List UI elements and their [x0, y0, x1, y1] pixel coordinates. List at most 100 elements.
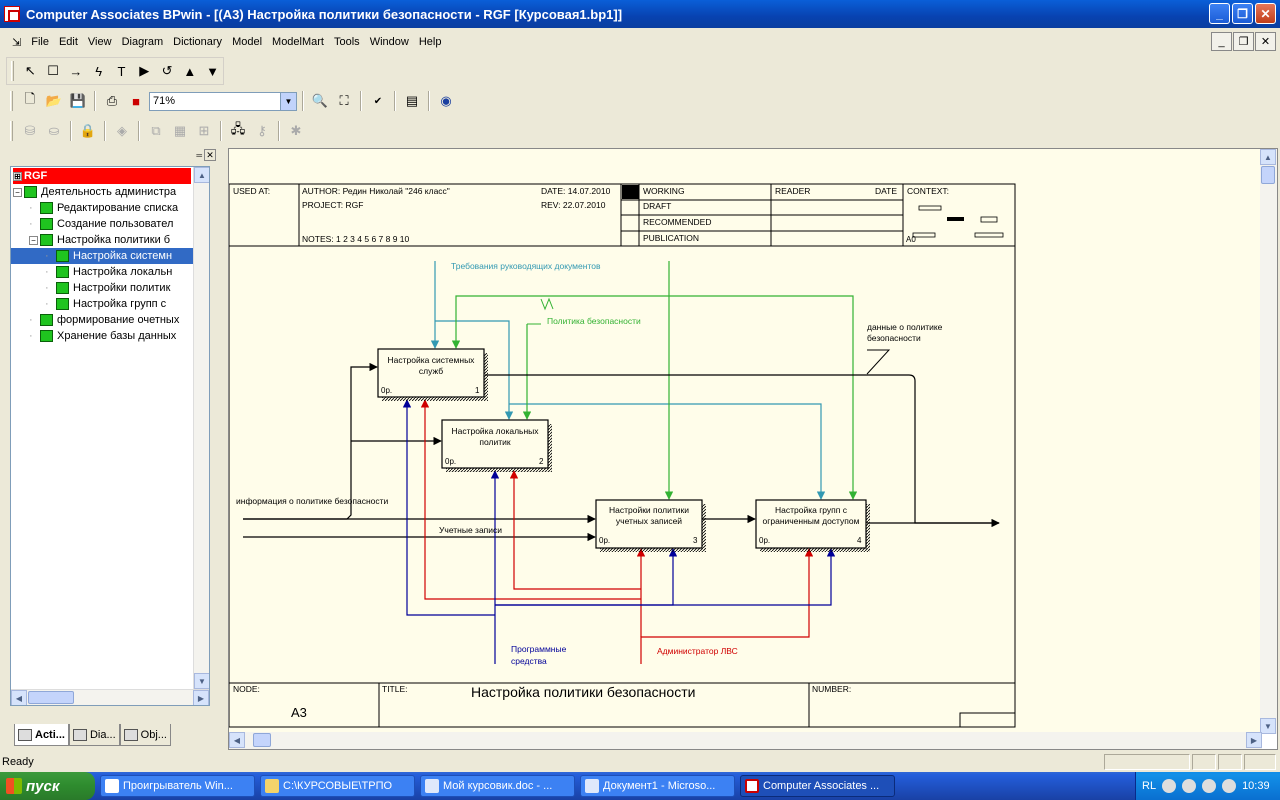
label-policy-info[interactable]: информация о политике безопасности — [236, 496, 389, 506]
scroll-thumb[interactable] — [1261, 166, 1275, 184]
taskbar-item-media-player[interactable]: Проигрыватель Win... — [100, 775, 255, 797]
start-button[interactable]: пуск — [0, 772, 95, 800]
chevron-down-icon[interactable]: ▼ — [280, 92, 296, 110]
color-palette-icon[interactable]: ■ — [125, 90, 147, 112]
label-policy-data-2[interactable]: безопасности — [867, 333, 921, 343]
menu-tools[interactable]: Tools — [329, 36, 365, 48]
tree-item[interactable]: · Настройки политик — [11, 280, 193, 296]
menu-window[interactable]: Window — [365, 36, 414, 48]
label-accounts[interactable]: Учетные записи — [439, 525, 502, 535]
activity-box-1[interactable]: Настройка системных служб 0р. 1 — [377, 348, 488, 401]
spell-check-icon[interactable]: ✔ — [367, 90, 389, 112]
arrow-software-to-box3[interactable] — [495, 548, 678, 606]
taskbar-item-folder[interactable]: C:\КУРСОВЫЕ\ТРПО — [260, 775, 415, 797]
tree-item[interactable]: · Хранение базы данных — [11, 328, 193, 344]
toolbar-grip[interactable] — [10, 91, 13, 111]
tree-item[interactable]: · Настройка системн — [11, 248, 193, 264]
tree-item[interactable]: − Настройка политики б — [11, 232, 193, 248]
tree-item[interactable]: · Настройка групп с — [11, 296, 193, 312]
diagram-canvas[interactable]: USED AT: AUTHOR: Редин Николай "246 клас… — [228, 149, 1261, 733]
collapse-icon[interactable]: − — [13, 187, 22, 197]
scroll-up-icon[interactable]: ▲ — [1260, 149, 1276, 165]
go-up-icon[interactable]: ▲ — [179, 60, 200, 82]
scroll-left-icon[interactable]: ◀ — [229, 732, 245, 748]
doc-minimize-button[interactable]: _ — [1211, 32, 1232, 51]
tree-horizontal-scrollbar[interactable]: ◀ ▶ — [11, 689, 209, 705]
arrow-box1-output[interactable] — [485, 374, 1000, 528]
tree-item[interactable]: · Настройка локальн — [11, 264, 193, 280]
canvas-horizontal-scrollbar[interactable]: ◀ ▶ — [229, 732, 1262, 749]
save-icon[interactable]: 💾 — [67, 90, 89, 112]
toolbar-grip[interactable] — [11, 61, 14, 81]
language-indicator[interactable]: RL — [1142, 780, 1156, 792]
tree-item[interactable]: · Создание пользовател — [11, 216, 193, 232]
squiggle-tool-icon[interactable]: ϟ — [88, 60, 109, 82]
activity-box-3[interactable]: Настройки политики учетных записей 0р. 3 — [595, 499, 706, 552]
scroll-thumb[interactable] — [253, 733, 271, 747]
zoom-in-icon[interactable]: 🔍 — [309, 90, 331, 112]
scroll-thumb[interactable] — [28, 691, 74, 704]
text-tool-icon[interactable]: T — [111, 60, 132, 82]
label-software-2[interactable]: средства — [511, 656, 547, 666]
tab-activities[interactable]: Acti... — [14, 724, 69, 746]
menu-modelmart[interactable]: ModelMart — [267, 36, 329, 48]
tree-vertical-scrollbar[interactable]: ▲ ▼ — [193, 167, 209, 689]
arrow-req-docs-to-box4[interactable] — [509, 403, 826, 500]
minimize-button[interactable]: _ — [1209, 3, 1230, 24]
go-down-icon[interactable]: ▼ — [202, 60, 223, 82]
open-folder-icon[interactable]: 📂 — [43, 90, 65, 112]
activity-tree[interactable]: ⊞ RGF − Деятельность администра · Редактиро… — [10, 166, 210, 706]
update-icon[interactable] — [1222, 779, 1237, 793]
network-icon[interactable] — [1162, 779, 1177, 793]
zoom-select[interactable]: 71% ▼ — [149, 91, 297, 111]
taskbar-item-bpwin[interactable]: Computer Associates ... — [740, 775, 895, 797]
arrow-tool-icon[interactable]: → — [66, 60, 87, 82]
security-icon[interactable]: 🖧 — [227, 120, 249, 142]
collapse-icon[interactable]: − — [29, 235, 38, 245]
menu-diagram[interactable]: Diagram — [117, 36, 169, 48]
label-policy-data-1[interactable]: данные о политике — [867, 322, 943, 332]
activity-box-2[interactable]: Настройка локальных политик 0р. 2 — [441, 419, 552, 472]
menu-dictionary[interactable]: Dictionary — [168, 36, 227, 48]
close-icon[interactable]: ✕ — [204, 149, 216, 161]
pointer-tool-icon[interactable]: ↖ — [20, 60, 41, 82]
modelmart-icon[interactable]: ◉ — [435, 90, 457, 112]
zoom-fit-icon[interactable]: ⛶ — [333, 90, 355, 112]
doc-restore-button[interactable]: ❐ — [1233, 32, 1254, 51]
tab-objects[interactable]: Obj... — [119, 724, 171, 746]
menu-model[interactable]: Model — [227, 36, 267, 48]
taskbar-item-word-doc[interactable]: Мой курсовик.doc - ... — [420, 775, 575, 797]
go-to-sibling-icon[interactable]: ▶ — [134, 60, 155, 82]
scroll-up-icon[interactable]: ▲ — [194, 167, 209, 183]
tab-diagrams[interactable]: Dia... — [68, 724, 120, 746]
scroll-down-icon[interactable]: ▼ — [194, 673, 209, 689]
activity-box-4[interactable]: Настройка групп с ограниченным доступом 0… — [755, 499, 870, 552]
menu-edit[interactable]: Edit — [54, 36, 83, 48]
label-security-policy[interactable]: Политика безопасности — [547, 316, 641, 326]
close-button[interactable]: ✕ — [1255, 3, 1276, 24]
scroll-right-icon[interactable]: ▶ — [1246, 732, 1262, 748]
menu-view[interactable]: View — [83, 36, 117, 48]
expander-icon[interactable]: ⊞ — [13, 171, 22, 181]
menu-file[interactable]: File — [26, 36, 54, 48]
box-tool-icon[interactable]: ☐ — [43, 60, 64, 82]
document-menu-icon[interactable]: ⇲ — [0, 36, 26, 49]
print-icon[interactable]: ⎙ — [101, 90, 123, 112]
label-admin[interactable]: Администратор ЛВС — [657, 646, 738, 656]
tree-item[interactable]: − Деятельность администра — [11, 184, 193, 200]
label-software-1[interactable]: Программные — [511, 644, 567, 654]
canvas-vertical-scrollbar[interactable]: ▲ ▼ — [1260, 149, 1277, 734]
tree-item[interactable]: · Редактирование списка — [11, 200, 193, 216]
tree-root[interactable]: ⊞ RGF — [13, 168, 191, 184]
arrow-policy-to-box4[interactable] — [669, 295, 858, 500]
arrow-software-to-box4[interactable] — [495, 548, 836, 606]
doc-close-button[interactable]: ✕ — [1255, 32, 1276, 51]
restore-button[interactable]: ❐ — [1232, 3, 1253, 24]
model-explorer-icon[interactable]: ▤ — [401, 90, 423, 112]
go-to-parent-icon[interactable]: ↺ — [157, 60, 178, 82]
tree-item[interactable]: · формирование очетных — [11, 312, 193, 328]
menu-help[interactable]: Help — [414, 36, 447, 48]
scroll-down-icon[interactable]: ▼ — [1260, 718, 1276, 734]
scroll-right-icon[interactable]: ▶ — [193, 690, 209, 705]
new-file-icon[interactable]: 🗋 — [19, 90, 41, 112]
